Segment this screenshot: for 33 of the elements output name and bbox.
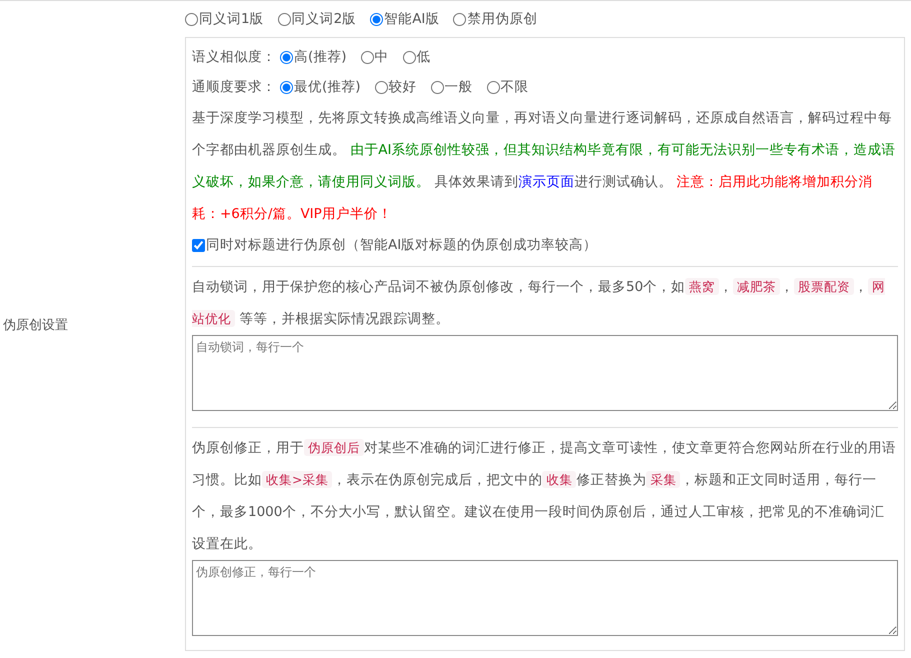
field-label: 通顺度要求： — [192, 78, 276, 97]
checkbox[interactable] — [192, 238, 205, 252]
option-label[interactable]: 中 — [374, 46, 389, 68]
lock-words-field[interactable]: 自动锁词，每行一个 — [192, 335, 898, 411]
option-label[interactable]: 同义词1版 — [199, 8, 264, 30]
field-label: 语义相似度： — [192, 48, 276, 67]
option-label[interactable]: 最优(推荐) — [294, 76, 361, 98]
radio-button[interactable] — [430, 80, 444, 94]
radio-button[interactable] — [402, 50, 416, 64]
option-label[interactable]: 低 — [416, 46, 431, 68]
radio-button[interactable] — [185, 12, 198, 26]
description-text: 伪原创修正，用于 伪原创后 对某些不准确的词汇进行修正，提高文章可读性，使文章更符合您网站所在行业的用语习惯。比如 收集>采集 ，表示在伪原创完成后，把文中的 收集 修正替换为 采集 ，标题和正文同时适用，每行一个，最多1000个，不分大小写，默认留空。建议在使用一段时间伪原创后，通过人工审核，把常见的不准确词汇设置在此。 — [192, 438, 897, 554]
description-text: 基于深度学习模型，先将原文转换成高维语义向量，再对语义向量进行逐词解码，还原成自然语言，解码过程中每个字都由机器原创生成。 由于AI系统原创性较强，但其知识结构毕竟有限，有可能无法识别一些专有术语，造成语义破坏，如果介意，请使用同义词版。 具体效果请到演示页面进行测试确认。 注意：启用此功能将增加积分消耗：+6积分/篇。VIP用户半价！ — [192, 109, 897, 224]
option-label[interactable]: 同义词2版 — [292, 8, 356, 30]
option-label[interactable]: 较好 — [388, 76, 417, 98]
radio-button[interactable] — [453, 12, 466, 26]
radio-button[interactable] — [278, 12, 291, 26]
corrections-field[interactable]: 伪原创修正，每行一个 — [192, 560, 898, 636]
option-label[interactable]: 不限 — [500, 76, 529, 98]
option-label[interactable]: 智能AI版 — [384, 8, 440, 30]
radio-button[interactable] — [280, 50, 293, 64]
radio-button[interactable] — [370, 12, 384, 26]
option-label[interactable]: 禁用伪原创 — [467, 8, 538, 30]
radio-button[interactable] — [360, 50, 374, 64]
option-label[interactable]: 高(推荐) — [294, 46, 347, 68]
demo-page-link[interactable]: 演示页面 — [518, 174, 574, 190]
checkbox-label[interactable]: 同时对标题进行伪原创（智能AI版对标题的伪原创成功率较高） — [206, 234, 598, 256]
section-label: 伪原创设置 — [2, 317, 68, 336]
radio-button[interactable] — [280, 80, 293, 94]
radio-button[interactable] — [374, 80, 388, 94]
radio-button[interactable] — [486, 80, 500, 94]
description-text: 自动锁词，用于保护您的核心产品词不被伪原创修改，每行一个，最多50个，如 燕窝 ， 减肥茶 ， 股票配资 ， 网站优化 等等，并根据实际情况跟踪调整。 — [192, 277, 886, 329]
option-label[interactable]: 一般 — [444, 76, 473, 98]
